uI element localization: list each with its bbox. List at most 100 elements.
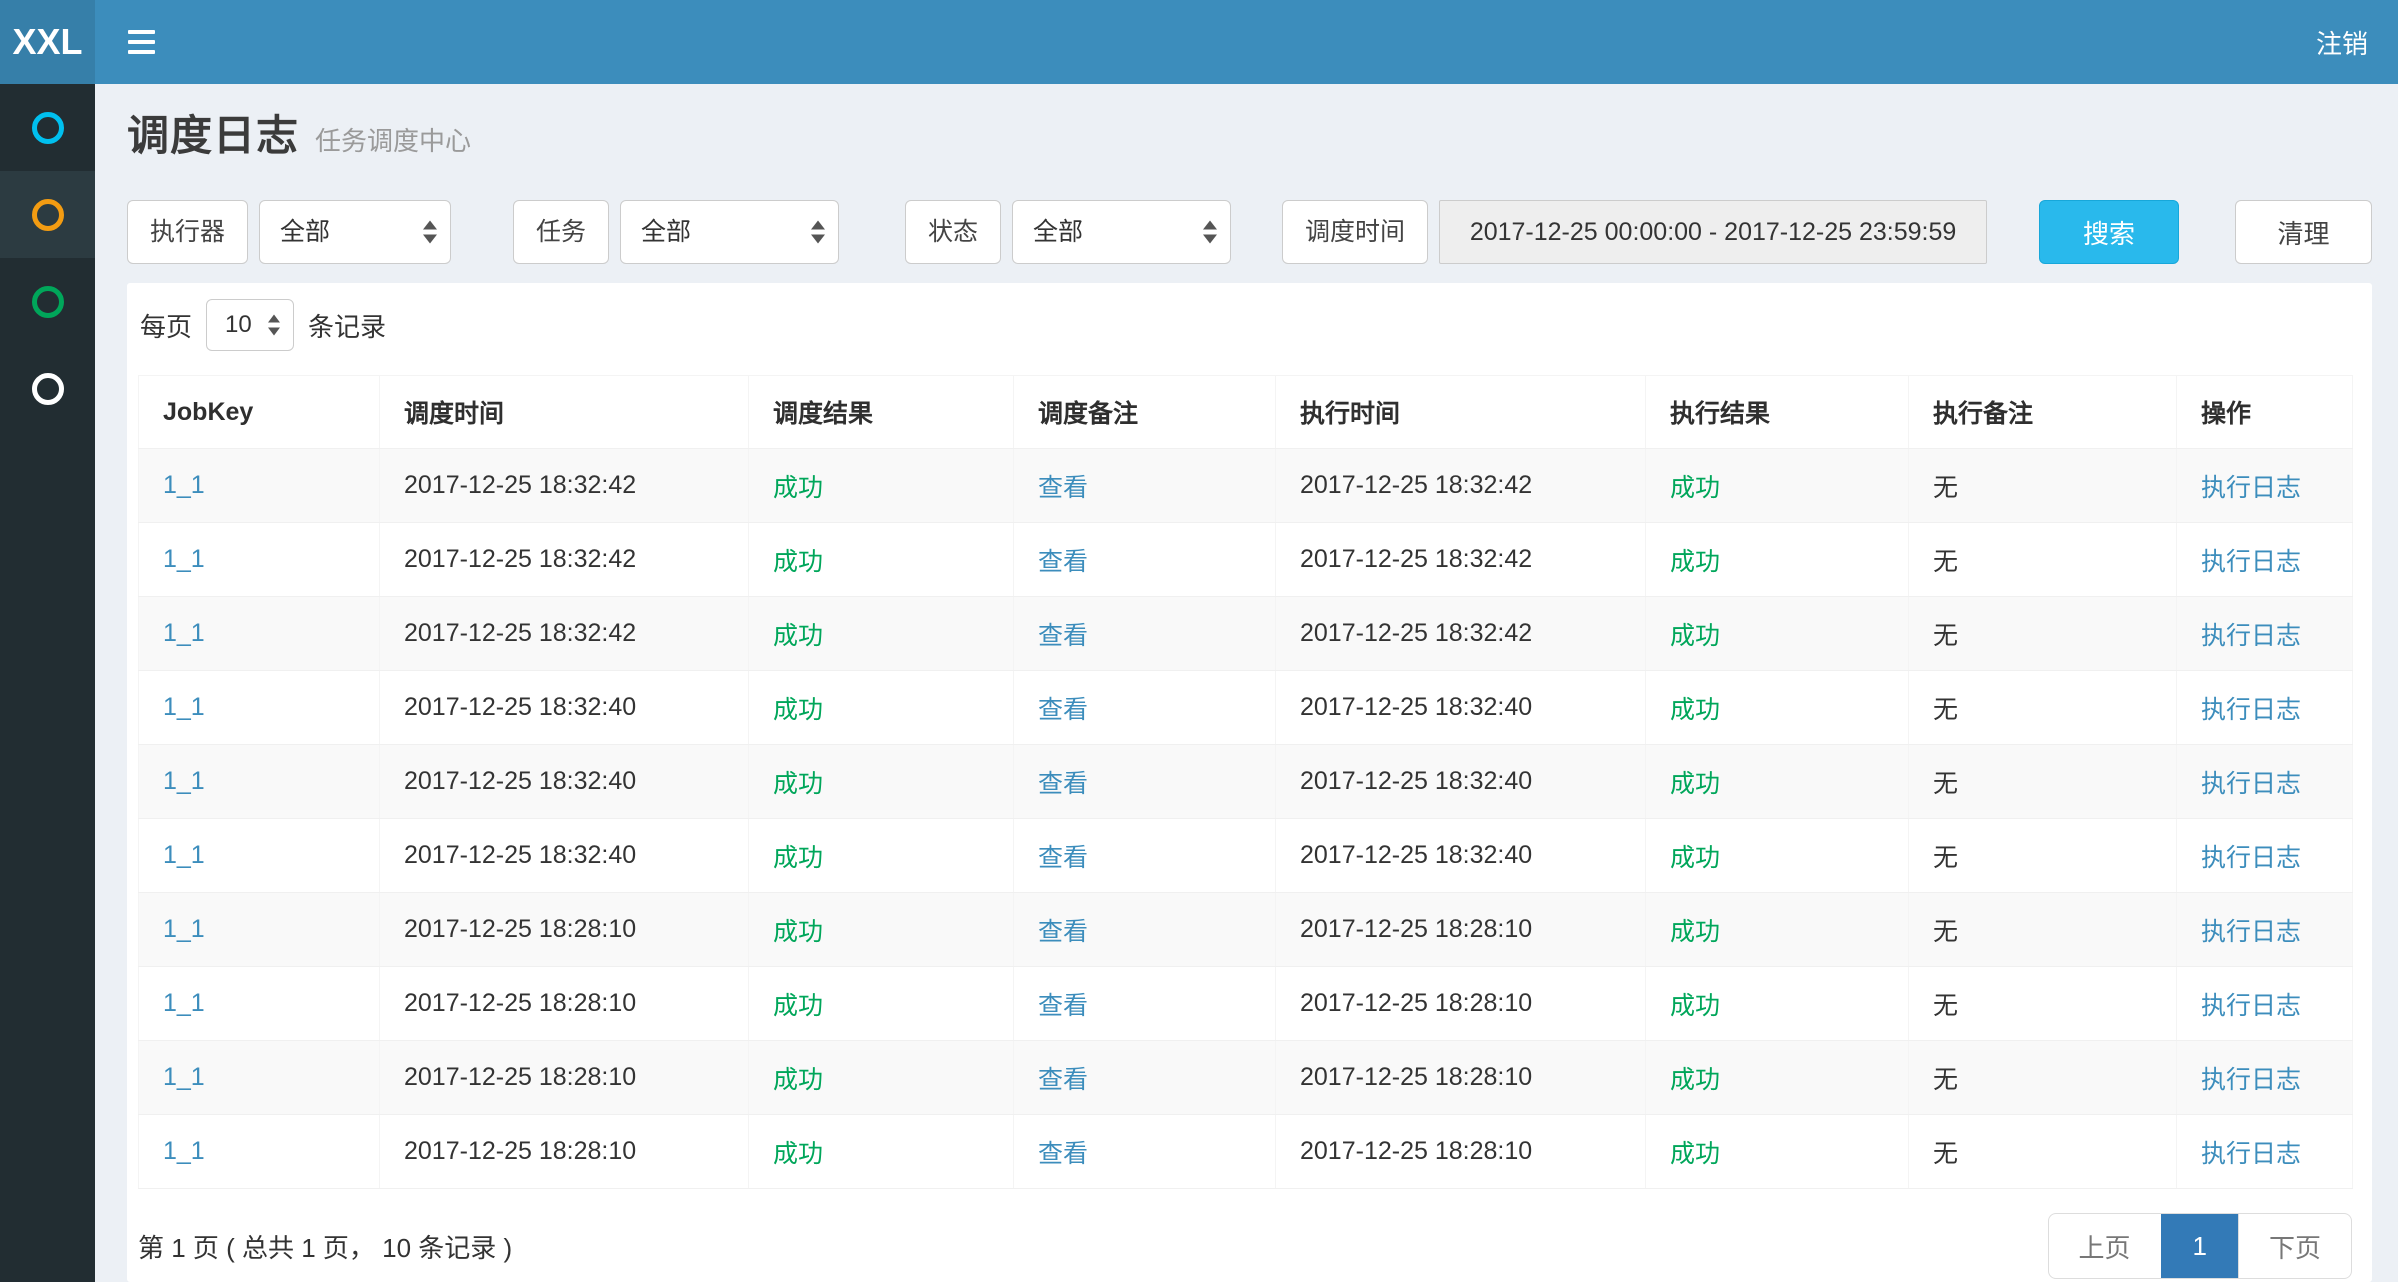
exec-log-link[interactable]: 执行日志 [2201, 548, 2301, 576]
handle-time-cell: 2017-12-25 18:32:42 [1276, 449, 1646, 523]
trigger-msg-link[interactable]: 查看 [1038, 696, 1088, 724]
exec-log-link[interactable]: 执行日志 [2201, 844, 2301, 872]
trigger-result-cell: 成功 [749, 819, 1014, 893]
circle-o-icon [32, 373, 64, 405]
trigger-msg-link[interactable]: 查看 [1038, 474, 1088, 502]
clear-button[interactable]: 清理 [2235, 200, 2372, 264]
jobkey-link[interactable]: 1_1 [163, 1063, 205, 1091]
sidebar-toggle-button[interactable] [95, 0, 187, 84]
handle-msg-cell: 无 [1909, 597, 2177, 671]
sidebar-item-menu-item-3[interactable] [0, 258, 95, 345]
handle-time-cell: 2017-12-25 18:28:10 [1276, 967, 1646, 1041]
column-header-2: 调度结果 [749, 376, 1014, 449]
exec-log-link[interactable]: 执行日志 [2201, 770, 2301, 798]
app-logo[interactable]: XXL [0, 0, 95, 84]
current-page-button[interactable]: 1 [2161, 1214, 2238, 1278]
column-header-5: 执行结果 [1646, 376, 1909, 449]
sidebar-item-menu-item-2[interactable] [0, 171, 95, 258]
trigger-msg-link[interactable]: 查看 [1038, 1140, 1088, 1168]
handle-msg-cell: 无 [1909, 745, 2177, 819]
pagination-info: 第 1 页 ( 总共 1 页， 10 条记录 ) [138, 1228, 512, 1265]
exec-log-link[interactable]: 执行日志 [2201, 992, 2301, 1020]
executor-filter-label: 执行器 [127, 200, 248, 264]
page-size-prefix-label: 每页 [140, 307, 192, 344]
column-header-7: 操作 [2177, 376, 2353, 449]
search-button[interactable]: 搜索 [2039, 200, 2179, 264]
exec-log-link[interactable]: 执行日志 [2201, 1066, 2301, 1094]
column-header-3: 调度备注 [1014, 376, 1276, 449]
sidebar [0, 84, 95, 1282]
status-select-value: 全部 [1033, 201, 1083, 263]
table-row: 1_1 2017-12-25 18:28:10 成功 查看 2017-12-25… [139, 1115, 2353, 1189]
jobkey-link[interactable]: 1_1 [163, 1137, 205, 1165]
trigger-msg-link[interactable]: 查看 [1038, 548, 1088, 576]
handle-msg-cell: 无 [1909, 819, 2177, 893]
select-stepper-icon [268, 315, 280, 336]
exec-log-link[interactable]: 执行日志 [2201, 918, 2301, 946]
filter-bar: 执行器 全部 任务 全部 状态 全部 [127, 200, 2372, 264]
trigger-result-cell: 成功 [749, 1041, 1014, 1115]
screen: XXL 注销 调度日志 任务调度中心 执行器 全部 任务 全部 [0, 0, 2398, 1282]
table-row: 1_1 2017-12-25 18:32:40 成功 查看 2017-12-25… [139, 671, 2353, 745]
job-select[interactable]: 全部 [620, 200, 839, 264]
page-title: 调度日志 [127, 102, 299, 163]
trigger-msg-link[interactable]: 查看 [1038, 992, 1088, 1020]
sidebar-item-menu-item-4[interactable] [0, 345, 95, 432]
executor-filter-group: 执行器 全部 [127, 200, 451, 264]
column-header-1: 调度时间 [380, 376, 749, 449]
trigger-result-cell: 成功 [749, 671, 1014, 745]
handle-result-cell: 成功 [1646, 819, 1909, 893]
trigger-result-cell: 成功 [749, 1115, 1014, 1189]
trigger-msg-link[interactable]: 查看 [1038, 770, 1088, 798]
handle-time-cell: 2017-12-25 18:32:40 [1276, 671, 1646, 745]
prev-page-button[interactable]: 上页 [2049, 1214, 2161, 1278]
trigger-time-cell: 2017-12-25 18:28:10 [380, 1115, 749, 1189]
page-subtitle: 任务调度中心 [315, 121, 471, 158]
exec-log-link[interactable]: 执行日志 [2201, 622, 2301, 650]
pagination: 上页 1 下页 [2048, 1213, 2353, 1279]
handle-msg-cell: 无 [1909, 1041, 2177, 1115]
next-page-button[interactable]: 下页 [2238, 1214, 2351, 1278]
trigger-msg-link[interactable]: 查看 [1038, 622, 1088, 650]
executor-select-value: 全部 [280, 201, 330, 263]
handle-result-cell: 成功 [1646, 745, 1909, 819]
trigger-result-cell: 成功 [749, 597, 1014, 671]
select-stepper-icon [423, 221, 437, 244]
jobkey-link[interactable]: 1_1 [163, 545, 205, 573]
jobkey-link[interactable]: 1_1 [163, 693, 205, 721]
jobkey-link[interactable]: 1_1 [163, 841, 205, 869]
trigger-time-range-input[interactable] [1439, 200, 1987, 264]
exec-log-link[interactable]: 执行日志 [2201, 696, 2301, 724]
exec-log-link[interactable]: 执行日志 [2201, 1140, 2301, 1168]
handle-msg-cell: 无 [1909, 967, 2177, 1041]
content-box: 每页 10 条记录 JobKey调度时间调度结果调度备注执行时间执行结果执行备注… [127, 283, 2372, 1282]
handle-result-cell: 成功 [1646, 671, 1909, 745]
handle-msg-cell: 无 [1909, 671, 2177, 745]
trigger-time-cell: 2017-12-25 18:32:40 [380, 819, 749, 893]
jobkey-link[interactable]: 1_1 [163, 619, 205, 647]
jobkey-link[interactable]: 1_1 [163, 767, 205, 795]
executor-select[interactable]: 全部 [259, 200, 451, 264]
logout-link[interactable]: 注销 [2286, 0, 2398, 84]
handle-result-cell: 成功 [1646, 1115, 1909, 1189]
sidebar-item-menu-item-1[interactable] [0, 84, 95, 171]
handle-time-cell: 2017-12-25 18:28:10 [1276, 893, 1646, 967]
trigger-time-filter-label: 调度时间 [1282, 200, 1428, 264]
jobkey-link[interactable]: 1_1 [163, 471, 205, 499]
trigger-time-cell: 2017-12-25 18:32:42 [380, 449, 749, 523]
top-navbar: XXL 注销 [0, 0, 2398, 84]
jobkey-link[interactable]: 1_1 [163, 989, 205, 1017]
jobkey-link[interactable]: 1_1 [163, 915, 205, 943]
column-header-0: JobKey [139, 376, 380, 449]
trigger-time-filter-group: 调度时间 [1282, 200, 1987, 264]
circle-o-icon [32, 286, 64, 318]
trigger-msg-link[interactable]: 查看 [1038, 1066, 1088, 1094]
handle-msg-cell: 无 [1909, 893, 2177, 967]
trigger-msg-link[interactable]: 查看 [1038, 844, 1088, 872]
handle-result-cell: 成功 [1646, 893, 1909, 967]
exec-log-link[interactable]: 执行日志 [2201, 474, 2301, 502]
status-select[interactable]: 全部 [1012, 200, 1231, 264]
handle-time-cell: 2017-12-25 18:32:40 [1276, 819, 1646, 893]
page-size-select[interactable]: 10 [206, 299, 294, 351]
trigger-msg-link[interactable]: 查看 [1038, 918, 1088, 946]
